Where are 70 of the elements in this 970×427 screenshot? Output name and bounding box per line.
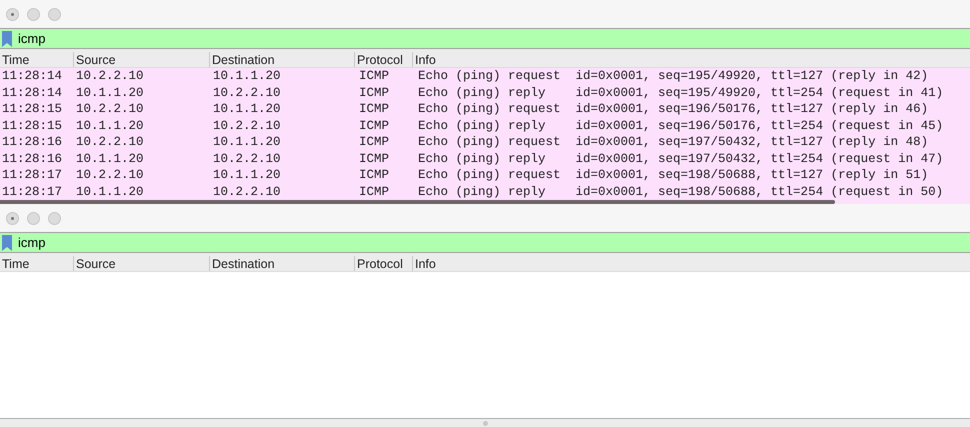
- column-header[interactable]: Destination: [209, 52, 354, 67]
- table-cell-text: Echo (ping) reply id=0x0001, seq=197/50432, ttl=254 (request in 47): [417, 150, 944, 167]
- scrollbar-thumb[interactable]: [0, 200, 835, 204]
- packet-row[interactable]: 11:28:17 10.2.2.10 10.1.1.20 ICMP Echo (ping) request id=0x0001, seq=198/50688, ttl=127 (reply in 51): [0, 167, 970, 184]
- table-cell-text: 10.1.1.20: [212, 68, 282, 84]
- table-cell-text: 11:28:15: [1, 118, 64, 134]
- column-header[interactable]: Time: [0, 256, 73, 271]
- table-cell-text: ICMP: [358, 101, 390, 118]
- table-cell-text: 10.2.2.10: [212, 84, 282, 101]
- column-header[interactable]: Time: [0, 52, 73, 67]
- table-cell-text: Echo (ping) request id=0x0001, seq=198/50688, ttl=127 (reply in 51): [417, 167, 930, 184]
- table-cell-text: 10.1.1.20: [212, 134, 282, 150]
- minimize-button[interactable]: [27, 8, 40, 20]
- table-cell-text: 10.1.1.20: [75, 118, 145, 134]
- table-cell-text: 10.2.2.10: [75, 68, 145, 84]
- table-cell-text: 10.1.1.20: [75, 150, 145, 167]
- packet-row[interactable]: 11:28:16 10.2.2.10 10.1.1.20 ICMP Echo (ping) request id=0x0001, seq=197/50432, ttl=127 (reply in 48): [0, 134, 970, 150]
- table-cell-text: 11:28:16: [1, 150, 64, 167]
- table-cell-text: ICMP: [358, 68, 390, 84]
- table-cell-text: Echo (ping) request id=0x0001, seq=195/49920, ttl=127 (reply in 42): [417, 68, 930, 84]
- table-cell-text: 11:28:14: [1, 68, 64, 84]
- resize-handle[interactable]: [482, 420, 488, 426]
- table-cell-text: 11:28:17: [1, 184, 64, 200]
- table-cell-text: ICMP: [358, 167, 390, 184]
- column-header[interactable]: Info: [412, 52, 970, 67]
- table-cell-text: 11:28:17: [1, 167, 64, 184]
- packet-row[interactable]: 11:28:15 10.2.2.10 10.1.1.20 ICMP Echo (ping) request id=0x0001, seq=196/50176, ttl=127 (reply in 46): [0, 101, 970, 118]
- close-button[interactable]: [6, 212, 19, 224]
- table-cell-text: ICMP: [358, 134, 390, 150]
- zoom-button[interactable]: [48, 212, 61, 224]
- table-cell-text: Echo (ping) reply id=0x0001, seq=198/50688, ttl=254 (request in 50): [417, 184, 944, 200]
- filter-field[interactable]: icmp: [0, 232, 970, 253]
- column-header[interactable]: Info: [412, 256, 970, 271]
- bookmark-icon[interactable]: [2, 30, 12, 46]
- table-cell-text: Echo (ping) reply id=0x0001, seq=196/50176, ttl=254 (request in 45): [417, 118, 944, 134]
- packet-row[interactable]: 11:28:14 10.1.1.20 10.2.2.10 ICMP Echo (ping) reply id=0x0001, seq=195/49920, ttl=254 (request in 41): [0, 84, 970, 101]
- minimize-button[interactable]: [27, 212, 40, 224]
- table-cell-text: Echo (ping) request id=0x0001, seq=196/50176, ttl=127 (reply in 46): [417, 101, 930, 118]
- table-cell-text: 11:28:14: [1, 84, 64, 101]
- packet-row[interactable]: 11:28:15 10.1.1.20 10.2.2.10 ICMP Echo (ping) reply id=0x0001, seq=196/50176, ttl=254 (request in 45): [0, 118, 970, 134]
- table-cell-text: 10.2.2.10: [212, 150, 282, 167]
- table-cell-text: 10.1.1.20: [212, 167, 282, 184]
- column-header[interactable]: Protocol: [354, 256, 412, 271]
- table-cell-text: ICMP: [358, 118, 390, 134]
- column-header[interactable]: Destination: [209, 256, 354, 271]
- table-cell-text: 10.2.2.10: [75, 167, 145, 184]
- table-cell-text: ICMP: [358, 84, 390, 101]
- table-cell-text: 10.1.1.20: [75, 84, 145, 101]
- table-cell-text: Echo (ping) reply id=0x0001, seq=195/49920, ttl=254 (request in 41): [417, 84, 944, 101]
- table-cell-text: ICMP: [358, 184, 390, 200]
- table-cell-text: 11:28:16: [1, 134, 64, 150]
- table-cell-text: Echo (ping) request id=0x0001, seq=197/50432, ttl=127 (reply in 48): [417, 134, 930, 150]
- close-button[interactable]: [6, 8, 19, 20]
- column-header[interactable]: Protocol: [354, 52, 412, 67]
- packet-row[interactable]: 11:28:17 10.1.1.20 10.2.2.10 ICMP Echo (ping) reply id=0x0001, seq=198/50688, ttl=254 (request in 50): [0, 184, 970, 200]
- table-cell-text: 10.2.2.10: [212, 184, 282, 200]
- zoom-button[interactable]: [48, 8, 61, 20]
- packet-row[interactable]: 11:28:16 10.1.1.20 10.2.2.10 ICMP Echo (ping) reply id=0x0001, seq=197/50432, ttl=254 (request in 47): [0, 150, 970, 167]
- table-cell-text: 10.2.2.10: [75, 101, 145, 118]
- table-cell-text: 10.2.2.10: [75, 134, 145, 150]
- bookmark-icon[interactable]: [2, 234, 12, 250]
- table-cell-text: 10.2.2.10: [212, 118, 282, 134]
- column-header[interactable]: Source: [73, 256, 209, 271]
- column-header[interactable]: Source: [73, 52, 209, 67]
- table-cell-text: 11:28:15: [1, 101, 64, 118]
- table-cell-text: 10.1.1.20: [75, 184, 145, 200]
- table-cell-text: 10.1.1.20: [212, 101, 282, 118]
- filter-field[interactable]: icmp: [0, 28, 970, 49]
- table-cell-text: ICMP: [358, 150, 390, 167]
- packet-row[interactable]: 11:28:14 10.2.2.10 10.1.1.20 ICMP Echo (ping) request id=0x0001, seq=195/49920, ttl=127 (reply in 42): [0, 68, 970, 84]
